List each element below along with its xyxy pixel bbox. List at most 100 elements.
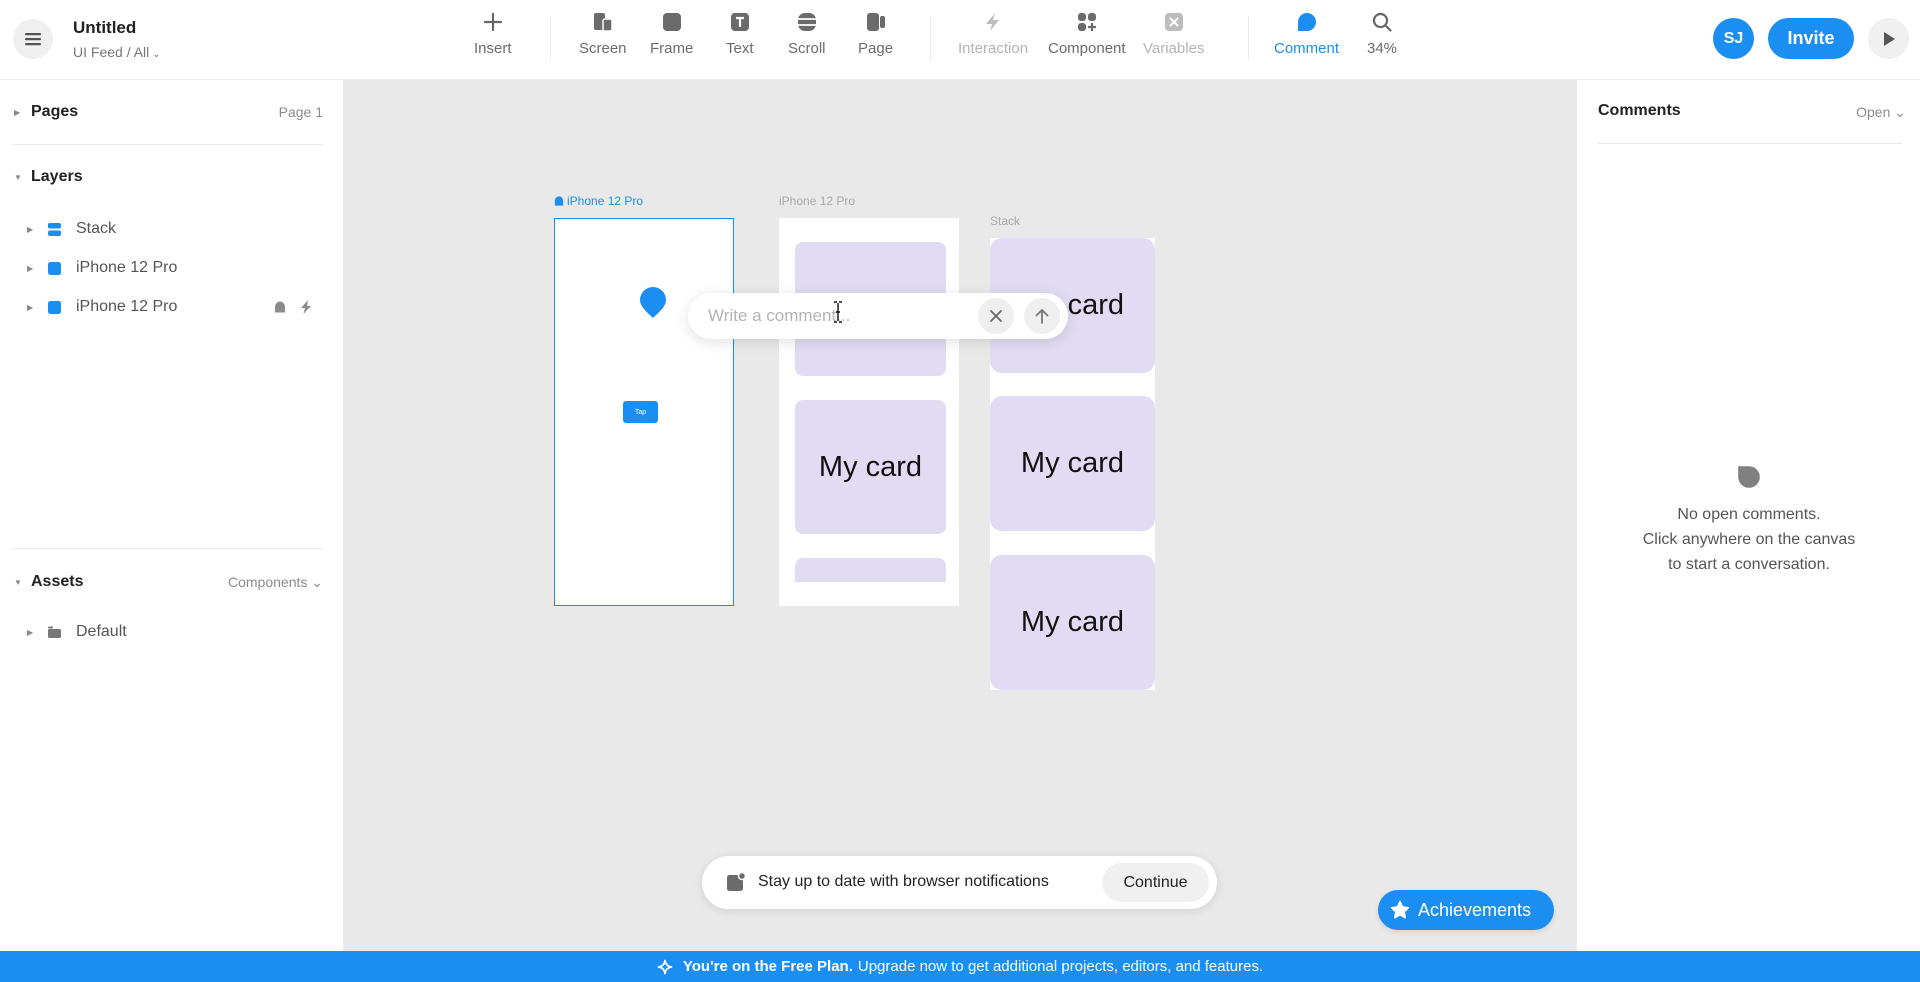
comments-title: Comments xyxy=(1598,102,1681,119)
tool-scroll[interactable]: Scroll xyxy=(788,10,826,66)
comment-pin-icon xyxy=(640,287,666,318)
tool-label: Scroll xyxy=(788,40,826,57)
assets-section-header[interactable]: ▼ Assets Components ⌄ xyxy=(0,567,344,597)
cancel-comment-button[interactable] xyxy=(978,298,1014,334)
tap-button[interactable]: Tap xyxy=(623,401,658,423)
star-icon xyxy=(1390,900,1410,919)
tool-label: Variables xyxy=(1143,40,1205,57)
pages-section-header[interactable]: ▶ Pages Page 1 xyxy=(0,97,344,127)
tool-label: Component xyxy=(1048,40,1126,57)
scroll-icon xyxy=(795,10,819,34)
lightning-icon xyxy=(301,300,311,314)
layer-item[interactable]: ▶ Stack xyxy=(0,211,344,247)
home-icon xyxy=(554,196,564,206)
card[interactable] xyxy=(795,558,946,582)
divider xyxy=(12,548,323,549)
card[interactable]: My card xyxy=(990,555,1155,690)
frame-iphone[interactable]: My card xyxy=(779,218,959,606)
plus-icon xyxy=(481,10,505,34)
achievements-button[interactable]: Achievements xyxy=(1378,890,1554,930)
tool-page[interactable]: Page xyxy=(858,10,893,66)
upgrade-banner[interactable]: You're on the Free Plan. Upgrade now to … xyxy=(0,951,1920,982)
canvas[interactable]: iPhone 12 Pro Tap iPhone 12 Pro My card … xyxy=(345,80,1575,951)
zoom-level: 34% xyxy=(1367,40,1398,57)
card[interactable]: My card xyxy=(795,400,946,534)
layer-name: iPhone 12 Pro xyxy=(76,298,178,315)
frame-label[interactable]: iPhone 12 Pro xyxy=(554,194,643,208)
caret-down-icon: ▼ xyxy=(14,577,22,587)
tool-variables[interactable]: Variables xyxy=(1143,10,1204,66)
toolbar-divider xyxy=(550,16,551,60)
user-avatar[interactable]: SJ xyxy=(1713,18,1754,59)
card[interactable]: My card xyxy=(990,396,1155,531)
caret-right-icon[interactable]: ▶ xyxy=(27,264,33,273)
project-path-dropdown[interactable]: UI Feed / All ⌄ xyxy=(73,44,161,60)
chevron-down-icon: ⌄ xyxy=(152,49,161,60)
notification-icon xyxy=(727,873,745,891)
frame-label[interactable]: iPhone 12 Pro xyxy=(779,194,855,208)
empty-state: No open comments. Click anywhere on the … xyxy=(1577,465,1920,577)
frame-icon xyxy=(660,10,684,34)
document-title[interactable]: Untitled xyxy=(73,18,136,38)
continue-button[interactable]: Continue xyxy=(1102,863,1209,902)
component-icon xyxy=(1075,10,1099,34)
tool-label: Text xyxy=(726,40,754,57)
layer-name: iPhone 12 Pro xyxy=(76,259,178,276)
close-icon xyxy=(990,310,1002,322)
assets-filter: Components xyxy=(227,573,308,590)
assets-title: Assets xyxy=(31,573,84,590)
text-cursor-icon xyxy=(834,301,842,323)
achievements-label: Achievements xyxy=(1418,899,1532,920)
tool-insert[interactable]: Insert xyxy=(474,10,512,66)
submit-comment-button[interactable] xyxy=(1024,298,1060,334)
variables-icon xyxy=(1162,10,1186,34)
play-icon xyxy=(1883,31,1895,46)
asset-folder-name: Default xyxy=(76,623,127,640)
caret-right-icon[interactable]: ▶ xyxy=(27,303,33,312)
sparkle-icon xyxy=(657,959,673,974)
screen-icon xyxy=(591,10,615,34)
tool-text[interactable]: Text xyxy=(726,10,754,66)
main-menu-button[interactable] xyxy=(13,19,53,59)
tool-screen[interactable]: Screen xyxy=(579,10,627,66)
tool-comment[interactable]: Comment xyxy=(1274,10,1339,66)
tool-label: Page xyxy=(858,40,894,57)
invite-button[interactable]: Invite xyxy=(1768,18,1854,59)
layer-item[interactable]: ▶ iPhone 12 Pro xyxy=(0,289,344,325)
top-bar: Untitled UI Feed / All ⌄ Insert Screen Fr… xyxy=(0,0,1920,80)
comment-composer xyxy=(688,293,1068,339)
arrow-up-icon xyxy=(1035,309,1049,324)
hamburger-icon xyxy=(25,33,41,46)
frame-label[interactable]: Stack xyxy=(990,214,1020,228)
frame-iphone-selected[interactable]: Tap xyxy=(554,218,734,606)
folder-icon xyxy=(48,626,61,638)
layer-item[interactable]: ▶ iPhone 12 Pro xyxy=(0,250,344,286)
current-page[interactable]: Page 1 xyxy=(279,104,323,120)
divider xyxy=(12,144,323,145)
toolbar-divider xyxy=(1248,16,1249,60)
tool-zoom[interactable]: 34% xyxy=(1367,10,1397,66)
comment-icon xyxy=(1738,466,1760,488)
home-icon xyxy=(275,301,285,313)
zoom-icon xyxy=(1370,10,1394,34)
assets-filter-dropdown[interactable]: Components ⌄ xyxy=(228,574,323,591)
caret-right-icon[interactable]: ▶ xyxy=(27,225,33,234)
left-panel: ▶ Pages Page 1 ▼ Layers ▶ Stack ▶ iPhone… xyxy=(0,80,344,951)
notification-text: Stay up to date with browser notificatio… xyxy=(758,873,1049,890)
layer-name: Stack xyxy=(76,220,117,237)
layers-section-header[interactable]: ▼ Layers xyxy=(0,162,344,192)
comments-filter-dropdown[interactable]: Open ⌄ xyxy=(1856,104,1906,121)
toolbar-divider xyxy=(930,16,931,60)
chevron-down-icon: ⌄ xyxy=(311,573,323,590)
preview-button[interactable] xyxy=(1868,18,1909,59)
page-icon xyxy=(864,10,888,34)
chevron-down-icon: ⌄ xyxy=(1894,104,1906,120)
asset-folder[interactable]: ▶ Default xyxy=(0,614,344,650)
tool-component[interactable]: Component xyxy=(1048,10,1126,66)
tool-frame[interactable]: Frame xyxy=(650,10,693,66)
tool-interaction[interactable]: Interaction xyxy=(958,10,1028,66)
banner-text: Upgrade now to get additional projects, … xyxy=(857,958,1264,975)
lightning-icon xyxy=(981,10,1005,34)
caret-right-icon: ▶ xyxy=(14,107,21,117)
caret-right-icon[interactable]: ▶ xyxy=(27,628,33,637)
